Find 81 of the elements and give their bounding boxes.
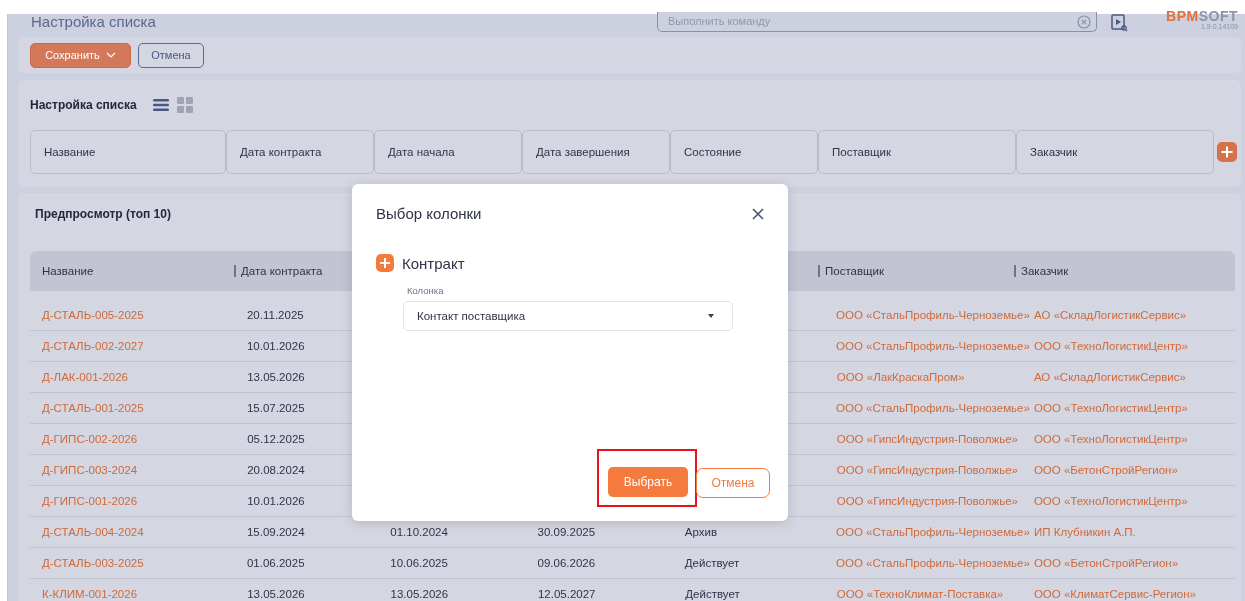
column-chip[interactable]: Дата завершения [522, 130, 670, 174]
table-cell: 01.10.2024 [390, 526, 448, 538]
section-title: Предпросмотр (топ 10) [35, 207, 171, 223]
cancel-button[interactable]: Отмена [138, 42, 204, 68]
table-link[interactable]: АО «СкладЛогистикСервис» [1034, 309, 1187, 321]
list-view-icon[interactable] [152, 98, 169, 112]
table-link[interactable]: Д-ГИПС-001-2026 [42, 495, 138, 507]
table-link[interactable]: ООО «КлиматСервис-Регион» [1033, 588, 1196, 600]
table-cell: 13.05.2026 [247, 588, 305, 600]
column-header[interactable]: Поставщик [825, 265, 884, 277]
table-link[interactable]: Д-СТАЛЬ-001-2025 [42, 402, 144, 414]
table-link[interactable]: ИП Клубникин А.П. [1034, 526, 1136, 538]
select-button[interactable]: Выбрать [608, 467, 688, 497]
table-link[interactable]: Д-ГИПС-003-2024 [42, 464, 138, 476]
page-title: Настройка списка [31, 13, 157, 30]
logo: BPMSOFT [1166, 9, 1238, 23]
column-chip[interactable]: Заказчик [1016, 130, 1214, 174]
column-header[interactable]: Заказчик [1021, 265, 1069, 277]
table-cell: 01.06.2025 [246, 557, 305, 569]
table-cell: 13.05.2026 [390, 588, 449, 600]
column-chip[interactable]: Дата начала [374, 130, 522, 174]
save-button[interactable]: Сохранить [30, 42, 131, 68]
table-cell: Действует [684, 557, 740, 569]
table-link[interactable]: ООО «ЛакКраскаПром» [836, 371, 965, 383]
table-link[interactable]: Д-ГИПС-002-2026 [42, 433, 138, 445]
table-link[interactable]: ООО «ТехноКлимат-Поставка» [836, 588, 1004, 600]
table-cell: Действует [685, 588, 740, 600]
table-link[interactable]: ООО «ТехноЛогистикЦентр» [1033, 495, 1188, 507]
field-label: Колонка [407, 285, 445, 296]
table-link[interactable]: ООО «ГипсИндустрия-Поволжье» [836, 433, 1018, 445]
table-cell: 10.06.2025 [390, 557, 448, 569]
table-link[interactable]: ООО «СтальПрофиль-Черноземье» [836, 557, 1030, 569]
table-link[interactable]: ООО «ТехноЛогистикЦентр» [1034, 402, 1188, 414]
column-chip[interactable]: Поставщик [818, 130, 1016, 174]
column-chip[interactable]: Название [30, 130, 226, 174]
table-link[interactable]: ООО «БетонСтройРегион» [1033, 464, 1178, 476]
table-cell: 20.11.2025 [246, 309, 304, 321]
column-chip[interactable]: Состояние [670, 130, 818, 174]
table-cell: 20.08.2024 [247, 464, 305, 476]
table-link[interactable]: ООО «ТехноЛогистикЦентр» [1033, 433, 1188, 445]
table-link[interactable]: ООО «ГипсИндустрия-Поволжье» [836, 464, 1018, 476]
table-link[interactable]: ООО «СтальПрофиль-Черноземье» [836, 340, 1030, 352]
dialog-title: Выбор колонки [376, 205, 482, 222]
table-link[interactable]: ООО «ГипсИндустрия-Поволжье» [836, 495, 1018, 507]
table-cell: Архив [684, 526, 718, 538]
table-link[interactable]: Д-СТАЛЬ-004-2024 [42, 526, 144, 538]
table-cell: 13.05.2026 [247, 371, 305, 383]
section-heading: Контракт [402, 254, 465, 272]
close-icon[interactable] [752, 207, 764, 220]
table-link[interactable]: Д-ЛАК-001-2026 [42, 371, 128, 383]
table-link[interactable]: К-КЛИМ-001-2026 [42, 588, 138, 600]
column-chip[interactable]: Дата контракта [226, 130, 374, 174]
table-link[interactable]: ООО «БетонСтройРегион» [1034, 557, 1179, 569]
table-cell: 12.05.2027 [537, 588, 596, 600]
column-header[interactable]: Название [42, 265, 94, 277]
table-cell: 09.06.2026 [537, 557, 596, 569]
table-link[interactable]: Д-СТАЛЬ-003-2025 [42, 557, 144, 569]
add-icon[interactable] [376, 254, 394, 272]
table-link[interactable]: ООО «СтальПрофиль-Черноземье» [836, 526, 1030, 538]
table-link[interactable]: ООО «СтальПрофиль-Черноземье» [836, 402, 1030, 414]
table-link[interactable]: АО «СкладЛогистикСервис» [1033, 371, 1186, 383]
section-title: Настройка списка [30, 98, 137, 112]
video-search-icon[interactable] [1111, 13, 1128, 32]
table-link[interactable]: ООО «СтальПрофиль-Черноземье» [836, 309, 1030, 321]
table-cell: 30.09.2025 [537, 526, 596, 538]
table-link[interactable]: ООО «ТехноЛогистикЦентр» [1034, 340, 1188, 352]
grid-view-icon[interactable] [176, 97, 193, 113]
column-dropdown[interactable]: Контакт поставщика [403, 301, 733, 331]
table-link[interactable]: Д-СТАЛЬ-005-2025 [42, 309, 144, 321]
caret-icon [708, 314, 714, 318]
table-cell: 10.01.2026 [246, 340, 305, 352]
table-cell: 15.09.2024 [246, 526, 305, 538]
table-cell: 05.12.2025 [247, 433, 305, 445]
table-cell: 15.07.2025 [246, 402, 305, 414]
table-link[interactable]: Д-СТАЛЬ-002-2027 [42, 340, 144, 352]
chevron-down-icon [105, 52, 116, 58]
table-cell: 10.01.2026 [247, 495, 305, 507]
cancel-button[interactable]: Отмена [696, 468, 770, 498]
command-field[interactable]: Выполнить команду [657, 11, 1097, 32]
add-icon[interactable] [1217, 142, 1237, 162]
column-header[interactable]: Дата контракта [241, 265, 323, 277]
